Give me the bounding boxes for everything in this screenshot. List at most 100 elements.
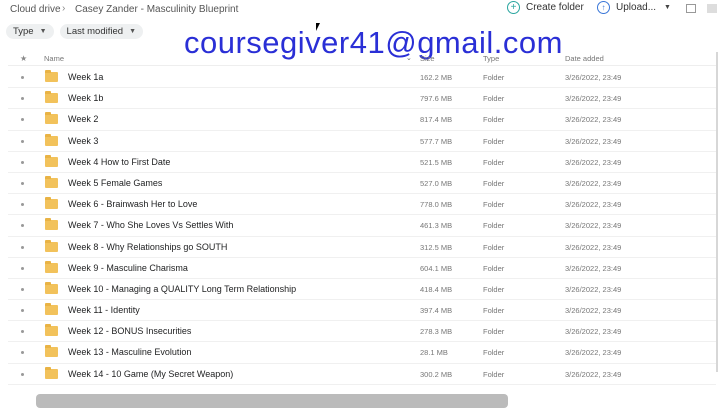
row-dot-icon bbox=[21, 139, 24, 143]
row-dot-icon bbox=[21, 76, 24, 79]
date-added: 3/26/2022, 23:49 bbox=[565, 200, 622, 210]
date-added: 3/26/2022, 23:49 bbox=[565, 221, 622, 231]
file-name[interactable]: Week 3 bbox=[68, 136, 98, 146]
date-added: 3/26/2022, 23:49 bbox=[565, 284, 622, 294]
plus-circle-icon: + bbox=[507, 1, 520, 14]
upload-label: Upload... bbox=[616, 2, 657, 13]
file-size: 521.5 MB bbox=[420, 157, 453, 167]
row-dot-icon bbox=[21, 224, 24, 228]
file-type: Folder bbox=[483, 73, 505, 82]
size-column-header[interactable]: Size bbox=[420, 54, 435, 63]
file-name[interactable]: Week 14 - 10 Game (My Secret Weapon) bbox=[68, 369, 233, 379]
last-modified-filter[interactable]: Last modified ▼ bbox=[59, 24, 143, 39]
type-filter[interactable]: Type ▼ bbox=[6, 24, 54, 39]
table-row[interactable]: Week 14 - 10 Game (My Secret Weapon) 300.… bbox=[8, 364, 716, 385]
date-added: 3/26/2022, 23:49 bbox=[565, 263, 622, 273]
file-name[interactable]: Week 9 - Masculine Charisma bbox=[68, 263, 188, 273]
file-type: Folder bbox=[483, 306, 505, 316]
date-added: 3/26/2022, 23:49 bbox=[565, 94, 622, 104]
folder-icon bbox=[45, 175, 58, 188]
file-size: 461.3 MB bbox=[420, 221, 453, 231]
date-added: 3/26/2022, 23:49 bbox=[565, 306, 622, 316]
file-name[interactable]: Week 4 How to First Date bbox=[68, 157, 170, 167]
last-modified-filter-label: Last modified bbox=[66, 26, 124, 37]
file-size: 817.4 MB bbox=[420, 115, 453, 125]
chevron-down-icon: ▼ bbox=[39, 28, 47, 35]
file-size: 28.1 MB bbox=[420, 348, 448, 358]
file-name[interactable]: Week 5 Female Games bbox=[68, 178, 162, 188]
file-type: Folder bbox=[483, 157, 505, 167]
chevron-down-icon: ▼ bbox=[129, 28, 136, 35]
file-type: Folder bbox=[483, 369, 505, 379]
file-name[interactable]: Week 12 - BONUS Insecurities bbox=[68, 326, 191, 336]
grid-view-icon[interactable] bbox=[707, 4, 717, 13]
scrollbar[interactable] bbox=[716, 52, 718, 372]
table-row[interactable]: Week 12 - BONUS Insecurities 278.3 MB Fold… bbox=[8, 321, 716, 343]
folder-icon bbox=[45, 197, 58, 210]
table-row[interactable]: Week 2 817.4 MB Folder 3/26/2022, 23:49 bbox=[8, 109, 716, 131]
folder-icon bbox=[45, 70, 58, 82]
breadcrumb-root[interactable]: Cloud drive bbox=[10, 4, 61, 15]
file-size: 797.6 MB bbox=[420, 94, 453, 104]
name-column-header[interactable]: Name bbox=[44, 54, 64, 63]
folder-icon bbox=[45, 91, 58, 104]
file-size: 278.3 MB bbox=[420, 327, 453, 337]
table-row[interactable]: Week 11 - Identity 397.4 MB Folder 3/26/202… bbox=[8, 300, 716, 322]
top-bar: Cloud drive › Casey Zander - Masculinity… bbox=[0, 0, 720, 22]
date-added: 3/26/2022, 23:49 bbox=[565, 136, 622, 146]
file-type: Folder bbox=[483, 263, 505, 273]
sort-arrow-icon[interactable]: ⌄ bbox=[406, 54, 412, 62]
table-row[interactable]: Week 9 - Masculine Charisma 604.1 MB Folde… bbox=[8, 258, 716, 279]
date-added: 3/26/2022, 23:49 bbox=[565, 242, 622, 252]
table-row[interactable]: Week 6 - Brainwash Her to Love 778.0 MB Fo… bbox=[8, 194, 716, 216]
table-row[interactable]: Week 1b 797.6 MB Folder 3/26/2022, 23:49 bbox=[8, 88, 716, 110]
file-name[interactable]: Week 13 - Masculine Evolution bbox=[68, 347, 191, 357]
table-row[interactable]: Week 13 - Masculine Evolution 28.1 MB Fold… bbox=[8, 342, 716, 364]
date-added: 3/26/2022, 23:49 bbox=[565, 115, 622, 125]
file-size: 397.4 MB bbox=[420, 306, 453, 316]
file-name[interactable]: Week 7 - Who She Loves Vs Settles With bbox=[68, 220, 233, 230]
file-name[interactable]: Week 2 bbox=[68, 114, 98, 124]
row-dot-icon bbox=[21, 309, 24, 313]
row-dot-icon bbox=[21, 330, 24, 334]
folder-icon bbox=[45, 112, 58, 125]
date-column-header[interactable]: Date added bbox=[565, 54, 604, 63]
folder-icon bbox=[45, 133, 58, 146]
date-added: 3/26/2022, 23:49 bbox=[565, 178, 622, 188]
file-type: Folder bbox=[483, 327, 505, 337]
table-row[interactable]: Week 8 - Why Relationships go SOUTH 312.5… bbox=[8, 237, 716, 258]
file-type: Folder bbox=[483, 94, 505, 104]
row-dot-icon bbox=[21, 245, 24, 249]
table-row[interactable]: Week 7 - Who She Loves Vs Settles With 46… bbox=[8, 215, 716, 237]
row-dot-icon bbox=[21, 266, 24, 270]
table-row[interactable]: Week 3 577.7 MB Folder 3/26/2022, 23:49 bbox=[8, 131, 716, 152]
file-name[interactable]: Week 1b bbox=[68, 93, 103, 103]
create-folder-button[interactable]: + Create folder bbox=[507, 1, 584, 14]
date-added: 3/26/2022, 23:49 bbox=[565, 157, 622, 167]
file-type: Folder bbox=[483, 178, 505, 188]
folder-icon bbox=[45, 366, 58, 379]
row-dot-icon bbox=[21, 287, 24, 291]
file-name[interactable]: Week 6 - Brainwash Her to Love bbox=[68, 199, 197, 209]
table-row[interactable]: Week 10 - Managing a QUALITY Long Term R… bbox=[8, 279, 716, 301]
file-name[interactable]: Week 11 - Identity bbox=[68, 305, 140, 315]
image-view-icon[interactable] bbox=[686, 4, 696, 13]
row-dot-icon bbox=[21, 118, 24, 122]
filter-bar: Type ▼ Last modified ▼ bbox=[6, 24, 149, 39]
table-row[interactable]: Week 5 Female Games 527.0 MB Folder 3/26/20… bbox=[8, 173, 716, 195]
file-name[interactable]: Week 10 - Managing a QUALITY Long Term R… bbox=[68, 284, 296, 294]
file-name[interactable]: Week 8 - Why Relationships go SOUTH bbox=[68, 242, 227, 252]
date-added: 3/26/2022, 23:49 bbox=[565, 73, 622, 82]
breadcrumb-current[interactable]: Casey Zander - Masculinity Blueprint bbox=[75, 4, 238, 15]
table-row[interactable]: Week 1a 162.2 MB Folder 3/26/2022, 23:49 bbox=[8, 67, 716, 89]
table-row[interactable]: Week 4 How to First Date 521.5 MB Folder 3/… bbox=[8, 152, 716, 173]
file-type: Folder bbox=[483, 200, 505, 210]
file-name[interactable]: Week 1a bbox=[68, 72, 103, 82]
upload-arrow-icon: ↑ bbox=[597, 1, 610, 14]
file-list: Week 1a 162.2 MB Folder 3/26/2022, 23:49 Wee… bbox=[8, 67, 716, 385]
folder-icon bbox=[45, 324, 58, 337]
upload-button[interactable]: ↑ Upload... ▼ bbox=[597, 1, 671, 14]
type-column-header[interactable]: Type bbox=[483, 54, 499, 63]
file-size: 312.5 MB bbox=[420, 242, 453, 252]
folder-icon bbox=[45, 154, 58, 167]
